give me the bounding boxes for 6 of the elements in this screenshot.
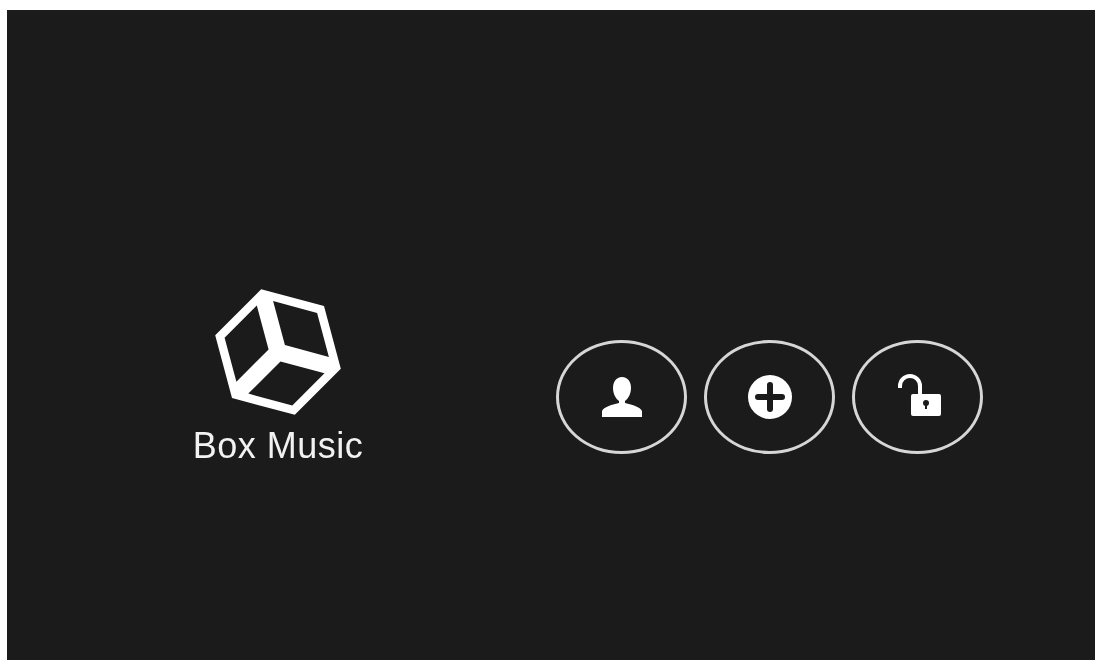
- user-button[interactable]: [556, 340, 687, 454]
- add-icon: [747, 375, 792, 419]
- unlock-button[interactable]: [852, 340, 983, 454]
- add-button[interactable]: [704, 340, 835, 454]
- user-icon: [599, 377, 644, 417]
- app-title: Box Music: [192, 428, 364, 464]
